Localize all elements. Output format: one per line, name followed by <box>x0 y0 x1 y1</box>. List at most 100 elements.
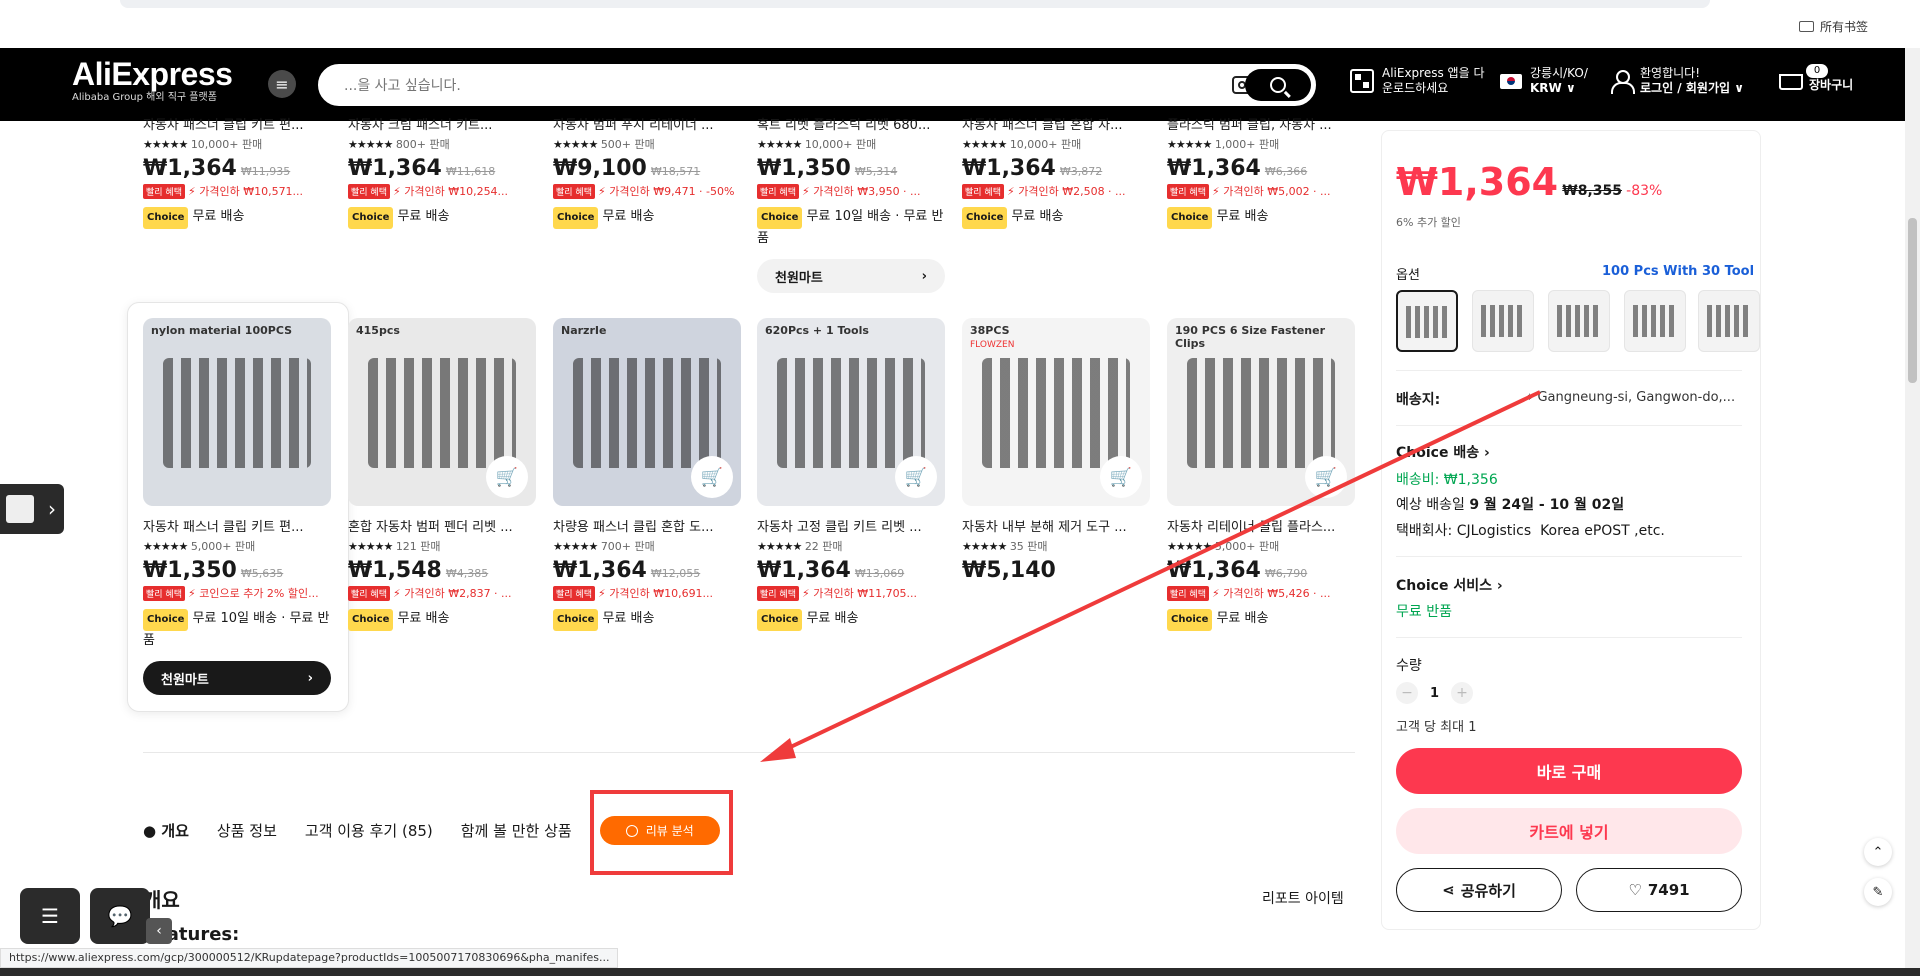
add-to-cart-icon[interactable]: 🛒 <box>691 456 733 498</box>
search-input[interactable] <box>342 74 1202 98</box>
region-selector[interactable]: 강릉시/KO/KRW ∨ <box>1500 66 1588 96</box>
product-title[interactable]: 차량용 패스너 클립 혼합 도... <box>553 516 741 535</box>
feedback-button[interactable]: ✎ <box>1864 878 1892 906</box>
option-thumbnail[interactable] <box>1698 290 1760 352</box>
bookmarks-folder[interactable]: 所有书签 <box>1798 18 1868 35</box>
carrier-info: 택배회사: CJLogistics Korea ePOST ,etc. <box>1396 520 1665 540</box>
carrier-2: Korea ePOST ,etc. <box>1540 523 1665 539</box>
product-title[interactable]: 혼합 자동차 범퍼 펜더 리벳 ... <box>348 516 536 535</box>
product-title[interactable]: 자동차 고정 클립 키트 리벳 ... <box>757 516 945 535</box>
category-menu-button[interactable]: ≡ <box>268 70 296 98</box>
tab-reviews[interactable]: 고객 이용 후기 (85) <box>305 820 433 841</box>
product-rating: ★★★★★ 10,000+ 판매 <box>962 136 1150 152</box>
store-button[interactable]: 천원마트 › <box>757 259 945 293</box>
product-image[interactable]: 190 PCS 6 Size Fastener Clips 🛒 <box>1167 318 1355 506</box>
ship-to-label: 배송지: <box>1396 392 1441 408</box>
app-download[interactable]: AliExpress 앱을 다 운로드하세요 <box>1350 66 1484 96</box>
add-to-cart-button[interactable]: 카트에 넣기 <box>1396 808 1742 854</box>
shipping-line: Choice 무료 배송 <box>553 207 741 229</box>
add-to-cart-icon[interactable]: 🛒 <box>486 456 528 498</box>
product-image[interactable]: 620Pcs + 1 Tools 🛒 <box>757 318 945 506</box>
tab-related[interactable]: 함께 볼 만한 상품 <box>461 820 572 841</box>
product-card[interactable]: 415pcs 🛒 혼합 자동차 범퍼 펜더 리벳 ... ★★★★★ 121 판매… <box>348 318 536 631</box>
welcome-text: 환영합니다! <box>1640 66 1701 80</box>
product-title[interactable]: 자동차 패스너 클립 키트 편... <box>143 516 331 535</box>
product-image[interactable]: 38PCS FLOWZEN 🛒 <box>962 318 1150 506</box>
product-title[interactable]: 자동차 크림 패스너 키트... <box>348 114 536 133</box>
product-title[interactable]: 자동차 패스너 클립 혼합 자... <box>962 114 1150 133</box>
product-title[interactable]: 플라스틱 범퍼 클립, 자동차 ... <box>1167 114 1355 133</box>
option-thumbnail[interactable] <box>1396 290 1458 352</box>
price-was: ₩6,790 <box>1264 567 1308 580</box>
product-title[interactable]: 자동차 범퍼 푸시 리테이너 ... <box>553 114 741 133</box>
tab-overview[interactable]: ● 개요 <box>143 820 189 841</box>
choice-service-link[interactable]: Choice 서비스 › <box>1396 575 1503 595</box>
product-image-caption: nylon material 100PCS <box>151 324 293 337</box>
product-card[interactable]: 자동차 크림 패스너 키트... ★★★★★ 800+ 판매 ₩1,364 ₩11,6… <box>348 104 536 229</box>
option-thumbnail[interactable] <box>1548 290 1610 352</box>
option-label: 옵션 <box>1396 268 1420 283</box>
product-card[interactable]: 620Pcs + 1 Tools 🛒 자동차 고정 클립 키트 리벳 ... ★★… <box>757 318 945 631</box>
product-image[interactable]: nylon material 100PCS <box>143 318 331 506</box>
sold-count: 22 판매 <box>804 540 843 553</box>
share-button[interactable]: ⋖ 공유하기 <box>1396 868 1562 912</box>
side-extension-widget[interactable]: › <box>0 484 64 534</box>
choice-badge: Choice <box>1167 207 1213 229</box>
product-price: ₩1,364 ₩6,366 <box>1167 156 1355 181</box>
choice-shipping-link[interactable]: Choice 배송 › <box>1396 442 1490 462</box>
scrollbar-thumb[interactable] <box>1908 218 1917 383</box>
option-thumbnail-art <box>1557 305 1601 337</box>
page-scrollbar[interactable] <box>1905 48 1920 976</box>
product-price: ₩1,350 ₩5,635 <box>143 558 331 583</box>
buy-now-button[interactable]: 바로 구매 <box>1396 748 1742 794</box>
search-button[interactable] <box>1245 69 1311 101</box>
collapse-arrow-button[interactable]: ‹ <box>146 918 172 944</box>
sold-count: 5,000+ 판매 <box>190 540 256 553</box>
product-title[interactable]: 자동차 패스너 클립 키트 편... <box>143 114 331 133</box>
add-to-cart-icon[interactable]: 🛒 <box>1100 456 1142 498</box>
product-card[interactable]: 자동차 패스너 클립 키트 편... ★★★★★ 10,000+ 판매 ₩1,364… <box>143 104 331 229</box>
aliexpress-logo[interactable]: AliExpress Alibaba Group 해외 직구 플랫폼 <box>72 56 233 104</box>
product-title[interactable]: 자동차 내부 분해 제거 도구 ... <box>962 516 1150 535</box>
product-card[interactable]: 플라스틱 범퍼 클립, 자동차 ... ★★★★★ 1,000+ 판매 ₩1,364… <box>1167 104 1355 229</box>
product-card[interactable]: nylon material 100PCS 자동차 패스너 클립 키트 편...… <box>143 318 331 695</box>
product-image[interactable]: NarzrIe 🛒 <box>553 318 741 506</box>
scroll-top-float-button[interactable]: ☰ <box>20 888 80 944</box>
product-image[interactable]: 415pcs 🛒 <box>348 318 536 506</box>
product-card[interactable]: 38PCS FLOWZEN 🛒 자동차 내부 분해 제거 도구 ... ★★★★★… <box>962 318 1150 583</box>
store-button[interactable]: 천원마트 › <box>143 661 331 695</box>
tab-product-info[interactable]: 상품 정보 <box>217 820 277 841</box>
back-to-top-button[interactable]: ⌃ <box>1864 838 1892 866</box>
option-thumbnail[interactable] <box>1472 290 1534 352</box>
sale-badge: 빨리 혜택 <box>1167 586 1209 601</box>
product-title[interactable]: 자동차 리테이너 클립 플라스... <box>1167 516 1355 535</box>
product-price: ₩1,364 ₩13,069 <box>757 558 945 583</box>
product-card[interactable]: 190 PCS 6 Size Fastener Clips 🛒 자동차 리테이너… <box>1167 318 1355 631</box>
logo-text: AliExpress <box>72 56 233 92</box>
add-to-cart-icon[interactable]: 🛒 <box>1305 456 1347 498</box>
qty-minus-button[interactable]: − <box>1396 682 1418 704</box>
product-image-art <box>982 358 1130 468</box>
promo-line: 빨리 혜택 ⚡ 가격인하 ₩10,571... <box>143 183 331 199</box>
option-thumbnail-art <box>1707 305 1751 337</box>
option-thumbnail-art <box>1406 306 1450 338</box>
product-card[interactable]: 혹트 리벳 플라스틱 리벳 680... ★★★★★ 10,000+ 판매 ₩1,3… <box>757 104 945 293</box>
option-thumbnail[interactable] <box>1624 290 1686 352</box>
product-card[interactable]: NarzrIe 🛒 차량용 패스너 클립 혼합 도... ★★★★★ 700+ 판… <box>553 318 741 631</box>
wishlist-button[interactable]: ♡ 7491 <box>1576 868 1742 912</box>
chat-float-button[interactable]: 💬 <box>90 888 150 944</box>
product-card[interactable]: 자동차 범퍼 푸시 리테이너 ... ★★★★★ 500+ 판매 ₩9,100 ₩18… <box>553 104 741 229</box>
product-card[interactable]: 자동차 패스너 클립 혼합 자... ★★★★★ 10,000+ 판매 ₩1,364… <box>962 104 1150 229</box>
qty-plus-button[interactable]: + <box>1451 682 1474 704</box>
product-image-art <box>368 358 516 468</box>
qty-value[interactable]: 1 <box>1430 686 1439 701</box>
product-title[interactable]: 혹트 리벳 플라스틱 리벳 680... <box>757 114 945 133</box>
ship-to-location[interactable]: ⌖ Gangneung-si, Gangwon-do,... <box>1526 390 1735 405</box>
sold-count: 121 판매 <box>395 540 441 553</box>
account-menu[interactable]: 환영합니다! 로그인 / 회원가입 ∨ <box>1610 66 1744 96</box>
add-to-cart-icon[interactable]: 🛒 <box>895 456 937 498</box>
promo-line: 빨리 혜택 ⚡ 가격인하 ₩5,002 · ... <box>1167 183 1355 199</box>
price-now: ₩1,548 <box>348 558 442 583</box>
shipping-text: 무료 배송 <box>1011 209 1064 224</box>
report-item-link[interactable]: 리포트 아이템 <box>1262 888 1344 908</box>
